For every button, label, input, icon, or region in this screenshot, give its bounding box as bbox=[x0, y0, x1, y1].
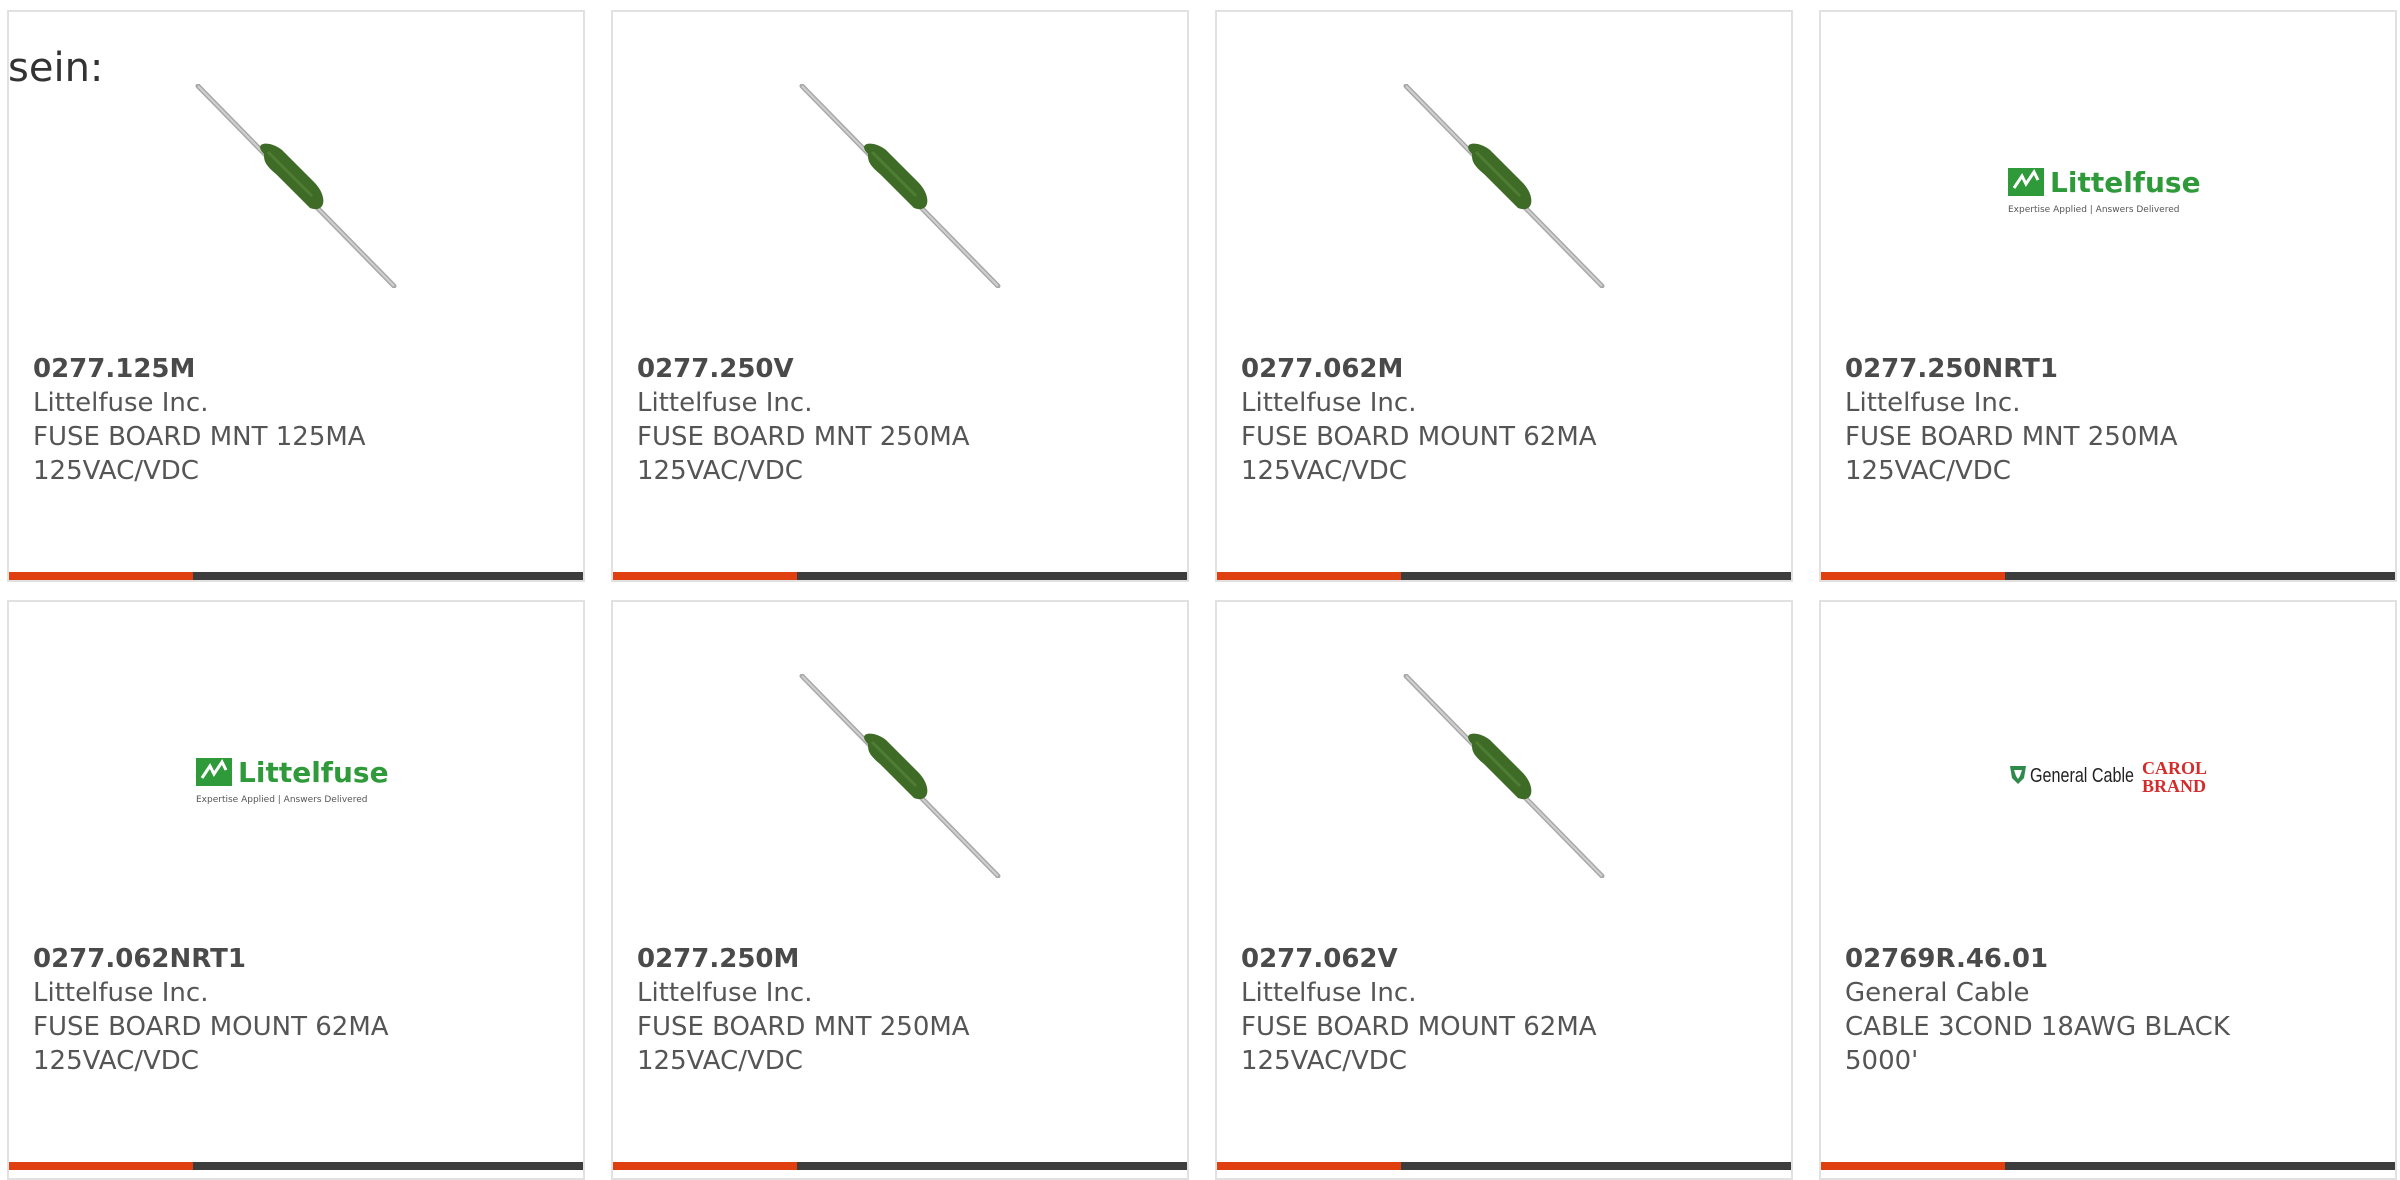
svg-text:Expertise Applied | Answers De: Expertise Applied | Answers Delivered bbox=[2008, 205, 2179, 215]
product-image[interactable] bbox=[1402, 674, 1606, 878]
product-info: 0277.062V Littelfuse Inc. FUSE BOARD MOU… bbox=[1241, 942, 1761, 1078]
part-number[interactable]: 0277.250M bbox=[637, 942, 1157, 976]
manufacturer: Littelfuse Inc. bbox=[1241, 978, 1417, 1008]
product-image[interactable] bbox=[194, 84, 398, 288]
fuse-image bbox=[1403, 84, 1605, 288]
manufacturer: Littelfuse Inc. bbox=[33, 978, 209, 1008]
card-accent-bar bbox=[9, 572, 193, 580]
part-number[interactable]: 0277.062M bbox=[1241, 352, 1761, 386]
product-card[interactable]: 0277.250M Littelfuse Inc. FUSE BOARD MNT… bbox=[611, 600, 1189, 1180]
manufacturer: Littelfuse Inc. bbox=[33, 388, 209, 418]
card-accent-bar bbox=[613, 572, 797, 580]
svg-text:Expertise Applied | Answers De: Expertise Applied | Answers Delivered bbox=[196, 795, 367, 805]
product-info: 0277.250M Littelfuse Inc. FUSE BOARD MNT… bbox=[637, 942, 1157, 1078]
product-card[interactable]: 0277.062V Littelfuse Inc. FUSE BOARD MOU… bbox=[1215, 600, 1793, 1180]
card-bottom-bar bbox=[1217, 572, 1791, 580]
manufacturer: Littelfuse Inc. bbox=[637, 978, 813, 1008]
card-bottom-bar bbox=[613, 1162, 1187, 1170]
svg-text:General Cable: General Cable bbox=[2030, 765, 2134, 787]
card-accent-bar bbox=[9, 1162, 193, 1170]
card-accent-bar bbox=[1821, 572, 2005, 580]
card-bottom-bar bbox=[1821, 572, 2395, 580]
part-number[interactable]: 0277.250V bbox=[637, 352, 1157, 386]
littelfuse-wordmark: Littelfuse bbox=[2050, 166, 2201, 199]
product-info: 02769R.46.01 General Cable CABLE 3COND 1… bbox=[1845, 942, 2365, 1078]
fuse-image bbox=[799, 84, 1001, 288]
description-line-1: FUSE BOARD MOUNT 62MA bbox=[1241, 422, 1597, 452]
svg-text:BRAND: BRAND bbox=[2142, 776, 2206, 796]
description-line-1: FUSE BOARD MOUNT 62MA bbox=[1241, 1012, 1597, 1042]
product-card[interactable]: General Cable CAROL BRAND 02769R.46.01 G… bbox=[1819, 600, 2397, 1180]
description-line-2: 125VAC/VDC bbox=[637, 456, 803, 486]
part-number[interactable]: 02769R.46.01 bbox=[1845, 942, 2365, 976]
description-line-2: 125VAC/VDC bbox=[33, 456, 199, 486]
card-accent-bar bbox=[1217, 572, 1401, 580]
card-bottom-bar bbox=[1217, 1162, 1791, 1170]
product-card[interactable]: 0277.062M Littelfuse Inc. FUSE BOARD MOU… bbox=[1215, 10, 1793, 582]
description-line-2: 125VAC/VDC bbox=[1241, 1046, 1407, 1076]
part-number[interactable]: 0277.250NRT1 bbox=[1845, 352, 2365, 386]
card-bottom-bar bbox=[9, 1162, 583, 1170]
description-line-2: 125VAC/VDC bbox=[1845, 456, 2011, 486]
description-line-1: FUSE BOARD MOUNT 62MA bbox=[33, 1012, 389, 1042]
manufacturer: Littelfuse Inc. bbox=[637, 388, 813, 418]
description-line-2: 5000' bbox=[1845, 1046, 1919, 1076]
littelfuse-logo: Littelfuse Expertise Applied | Answers D… bbox=[196, 756, 389, 805]
product-card[interactable]: Littelfuse Expertise Applied | Answers D… bbox=[1819, 10, 2397, 582]
product-card[interactable]: Littelfuse Expertise Applied | Answers D… bbox=[7, 600, 585, 1180]
general-cable-logo: General Cable CAROL BRAND bbox=[2010, 758, 2207, 796]
description-line-1: CABLE 3COND 18AWG BLACK bbox=[1845, 1012, 2230, 1042]
part-number[interactable]: 0277.062V bbox=[1241, 942, 1761, 976]
product-info: 0277.062M Littelfuse Inc. FUSE BOARD MOU… bbox=[1241, 352, 1761, 488]
card-accent-bar bbox=[1821, 1162, 2005, 1170]
manufacturer: Littelfuse Inc. bbox=[1845, 388, 2021, 418]
product-info: 0277.062NRT1 Littelfuse Inc. FUSE BOARD … bbox=[33, 942, 553, 1078]
description-line-2: 125VAC/VDC bbox=[33, 1046, 199, 1076]
fuse-image bbox=[1403, 674, 1605, 878]
fuse-image bbox=[799, 674, 1001, 878]
product-info: 0277.250NRT1 Littelfuse Inc. FUSE BOARD … bbox=[1845, 352, 2365, 488]
description-line-1: FUSE BOARD MNT 250MA bbox=[1845, 422, 2178, 452]
intro-text: sein: bbox=[8, 45, 104, 91]
card-accent-bar bbox=[613, 1162, 797, 1170]
product-image[interactable] bbox=[1402, 84, 1606, 288]
description-line-1: FUSE BOARD MNT 250MA bbox=[637, 422, 970, 452]
card-bottom-bar bbox=[9, 572, 583, 580]
littelfuse-wordmark: Littelfuse bbox=[238, 756, 389, 789]
product-image[interactable]: Littelfuse Expertise Applied | Answers D… bbox=[194, 674, 398, 878]
manufacturer: General Cable bbox=[1845, 978, 2030, 1008]
description-line-2: 125VAC/VDC bbox=[637, 1046, 803, 1076]
product-info: 0277.125M Littelfuse Inc. FUSE BOARD MNT… bbox=[33, 352, 553, 488]
manufacturer: Littelfuse Inc. bbox=[1241, 388, 1417, 418]
product-image[interactable]: Littelfuse Expertise Applied | Answers D… bbox=[2006, 84, 2210, 288]
card-bottom-bar bbox=[613, 572, 1187, 580]
littelfuse-logo: Littelfuse Expertise Applied | Answers D… bbox=[2008, 166, 2201, 215]
card-accent-bar bbox=[1217, 1162, 1401, 1170]
part-number[interactable]: 0277.125M bbox=[33, 352, 553, 386]
description-line-2: 125VAC/VDC bbox=[1241, 456, 1407, 486]
fuse-image bbox=[195, 84, 397, 288]
svg-text:CAROL: CAROL bbox=[2142, 758, 2207, 778]
product-image[interactable]: General Cable CAROL BRAND bbox=[2006, 674, 2210, 878]
product-image[interactable] bbox=[798, 674, 1002, 878]
card-bottom-bar bbox=[1821, 1162, 2395, 1170]
product-image[interactable] bbox=[798, 84, 1002, 288]
description-line-1: FUSE BOARD MNT 250MA bbox=[637, 1012, 970, 1042]
part-number[interactable]: 0277.062NRT1 bbox=[33, 942, 553, 976]
description-line-1: FUSE BOARD MNT 125MA bbox=[33, 422, 366, 452]
product-info: 0277.250V Littelfuse Inc. FUSE BOARD MNT… bbox=[637, 352, 1157, 488]
product-card[interactable]: 0277.250V Littelfuse Inc. FUSE BOARD MNT… bbox=[611, 10, 1189, 582]
